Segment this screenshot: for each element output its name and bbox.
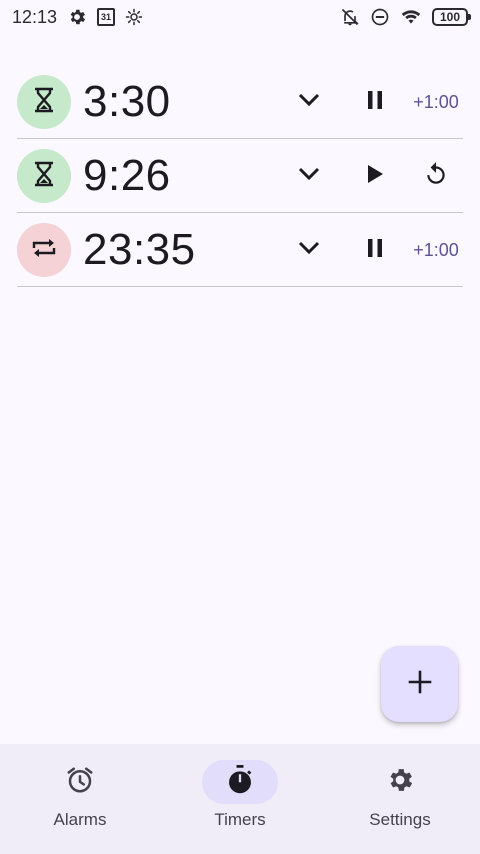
expand-button[interactable] [287,214,331,286]
alarm-clock-icon [65,765,95,800]
nav-item-alarms[interactable]: Alarms [20,744,140,854]
timer-type-badge [17,149,71,203]
pause-button[interactable] [353,214,397,286]
pause-icon [366,90,384,115]
nav-item-timers[interactable]: Timers [180,744,300,854]
battery-level: 100 [439,10,461,24]
nav-pill [42,760,118,804]
bottom-navigation: Alarms Timers Settings [0,744,480,854]
nav-pill-active [202,760,278,804]
timer-row[interactable]: 9:26 [17,140,463,213]
chevron-down-icon [298,167,320,186]
add-timer-button[interactable] [381,646,458,722]
pause-icon [366,238,384,263]
settings-gear-status-icon [67,7,87,27]
battery-icon: 100 [432,8,471,26]
status-left: 12:13 31 [12,7,143,28]
add-minute-label: +1:00 [413,239,459,260]
notifications-off-icon [340,7,360,27]
reset-button[interactable] [409,140,463,212]
timer-time: 3:30 [83,77,171,126]
play-icon [366,164,384,189]
timer-time: 9:26 [83,151,171,200]
status-right: 100 [340,7,471,27]
reset-icon [423,161,449,192]
nav-label: Alarms [53,810,107,829]
nav-item-settings[interactable]: Settings [340,744,460,854]
timer-type-badge [17,75,71,129]
nav-pill [362,760,438,804]
brightness-status-icon [125,8,143,26]
chevron-down-icon [298,93,320,112]
nav-label: Timers [214,810,266,829]
expand-button[interactable] [287,66,331,138]
status-time: 12:13 [12,6,58,27]
chevron-down-icon [298,241,320,260]
add-minute-button[interactable]: +1:00 [409,214,463,286]
expand-button[interactable] [287,140,331,212]
timer-row[interactable]: 3:30 +1:00 [17,66,463,139]
add-minute-label: +1:00 [413,91,459,112]
plus-icon [408,670,432,699]
do-not-disturb-icon [370,7,390,27]
gear-icon [385,765,415,800]
timer-row[interactable]: 23:35 +1:00 [17,214,463,287]
status-bar: 12:13 31 100 [0,0,480,34]
timer-time: 23:35 [83,225,196,274]
timer-type-badge [17,223,71,277]
play-button[interactable] [353,140,397,212]
pause-button[interactable] [353,66,397,138]
hourglass-icon [33,87,55,118]
stopwatch-icon [226,764,254,800]
calendar-status-icon: 31 [97,8,116,26]
timer-list: 3:30 +1:00 9:26 23:35 +1:00 [17,66,463,287]
wifi-icon [400,7,422,27]
add-minute-button[interactable]: +1:00 [409,66,463,138]
hourglass-icon [33,161,55,192]
nav-label: Settings [369,810,431,829]
repeat-icon [31,237,57,264]
calendar-day: 31 [101,12,112,22]
